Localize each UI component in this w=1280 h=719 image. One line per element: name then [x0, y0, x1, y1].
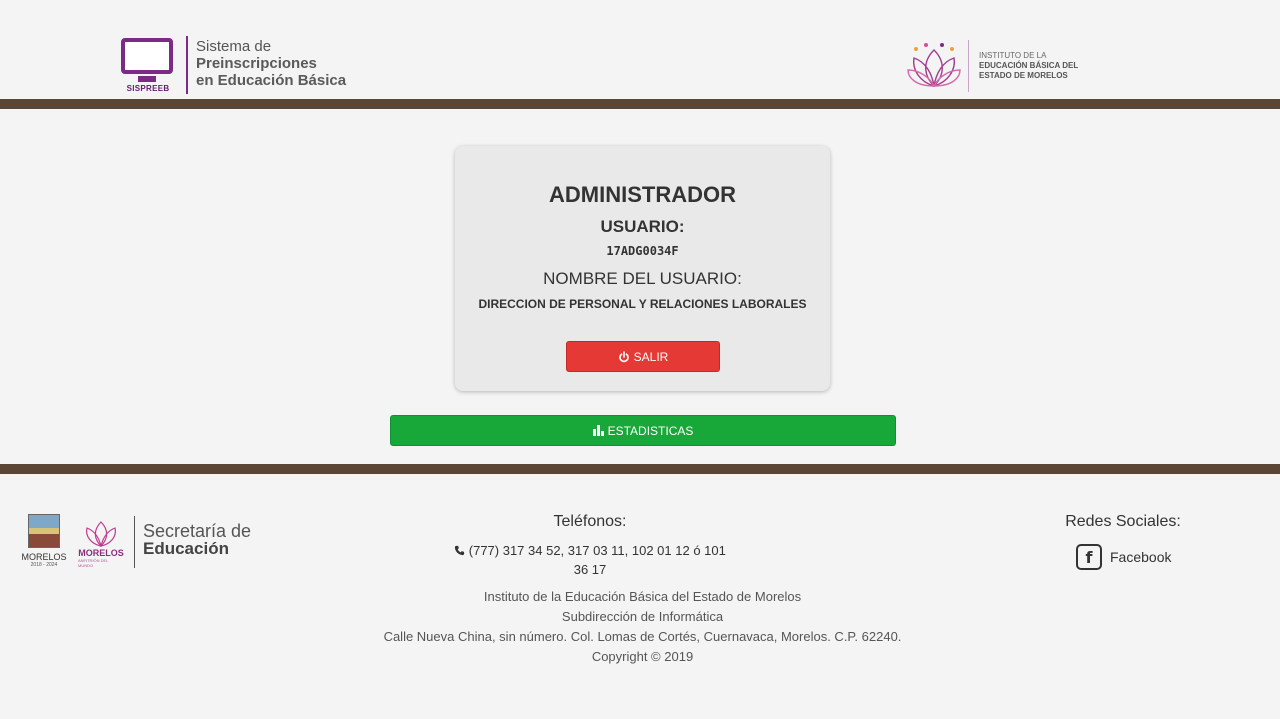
facebook-link[interactable]: f Facebook — [1076, 544, 1171, 570]
header: SISPREEB Sistema de Preinscripciones en … — [0, 0, 1280, 99]
institute-divider — [968, 40, 969, 92]
crest-name: MORELOS — [21, 552, 67, 562]
crest-icon — [28, 514, 60, 548]
system-title-line2: Preinscripciones — [196, 55, 317, 72]
footer-band — [0, 464, 1280, 474]
copyright: Copyright © 2019 — [591, 649, 694, 664]
institute-logo: INSTITUTO DE LA EDUCACIÓN BÁSICA DEL EST… — [906, 40, 1078, 92]
power-icon — [618, 350, 629, 362]
logo-divider — [186, 36, 188, 94]
statistics-label: ESTADISTICAS — [607, 423, 694, 438]
facebook-label: Facebook — [1110, 549, 1172, 565]
secretaria-logo: Secretaría de Educación — [143, 522, 251, 558]
user-label: USUARIO: — [600, 217, 685, 236]
info-line2: Subdirección de Informática — [561, 609, 724, 624]
phone-icon — [455, 545, 465, 556]
monitor-icon: SISPREEB — [118, 36, 178, 96]
bar-chart-icon — [592, 425, 604, 436]
institute-line3: ESTADO DE MORELOS — [979, 71, 1068, 80]
role-title: ADMINISTRADOR — [549, 182, 736, 207]
institute-line2: EDUCACIÓN BÁSICA DEL — [979, 61, 1079, 70]
phones: (777) 317 34 52, 317 03 11, 102 01 12 ó … — [440, 541, 740, 579]
crest-years: 2018 - 2024 — [30, 562, 58, 568]
statistics-button[interactable]: ESTADISTICAS — [390, 415, 896, 446]
social-title: Redes Sociales: — [1065, 513, 1181, 530]
system-title-line3: en Educación Básica — [196, 72, 347, 89]
lotus-name: MORELOS — [78, 548, 124, 558]
system-title: Sistema de Preinscripciones en Educación… — [196, 38, 346, 89]
contact-info: Instituto de la Educación Básica del Est… — [340, 587, 945, 667]
phones-line2: 36 17 — [573, 562, 607, 577]
phones-line1: (777) 317 34 52, 317 03 11, 102 01 12 ó … — [468, 543, 726, 558]
logout-label: SALIR — [633, 349, 669, 364]
facebook-icon: f — [1076, 544, 1102, 570]
lotus-icon — [907, 43, 961, 87]
morelos-lotus-logo: MORELOS ANFITRIÓN DEL MUNDO — [78, 520, 124, 568]
logo-caption: SISPREEB — [126, 84, 170, 93]
lotus-subtitle: ANFITRIÓN DEL MUNDO — [78, 558, 109, 568]
institute-name: INSTITUTO DE LA EDUCACIÓN BÁSICA DEL EST… — [979, 51, 1078, 81]
user-card: ADMINISTRADOR USUARIO: 17ADG0034F NOMBRE… — [455, 146, 830, 391]
sec-divider — [134, 516, 135, 568]
sec-line2: Educación — [143, 539, 229, 558]
info-line1: Instituto de la Educación Básica del Est… — [483, 589, 802, 604]
institute-line1: INSTITUTO DE LA — [979, 51, 1047, 60]
user-id: 17ADG0034F — [606, 244, 679, 258]
user-name-label: NOMBRE DEL USUARIO: — [543, 269, 742, 288]
logout-button[interactable]: SALIR — [566, 341, 720, 372]
footer-logos: MORELOS 2018 - 2024 MORELOS ANFITRIÓN DE… — [20, 514, 251, 568]
system-title-line1: Sistema de — [196, 38, 272, 55]
header-band — [0, 99, 1280, 109]
sec-line1: Secretaría de — [143, 521, 252, 541]
user-name: DIRECCION DE PERSONAL Y RELACIONES LABOR… — [478, 297, 807, 311]
morelos-crest: MORELOS 2018 - 2024 — [20, 514, 68, 568]
phones-title: Teléfonos: — [553, 513, 627, 530]
info-line3: Calle Nueva China, sin número. Col. Loma… — [383, 629, 902, 644]
lotus-icon — [86, 521, 116, 547]
sispreeb-logo[interactable]: SISPREEB Sistema de Preinscripciones en … — [118, 36, 346, 96]
